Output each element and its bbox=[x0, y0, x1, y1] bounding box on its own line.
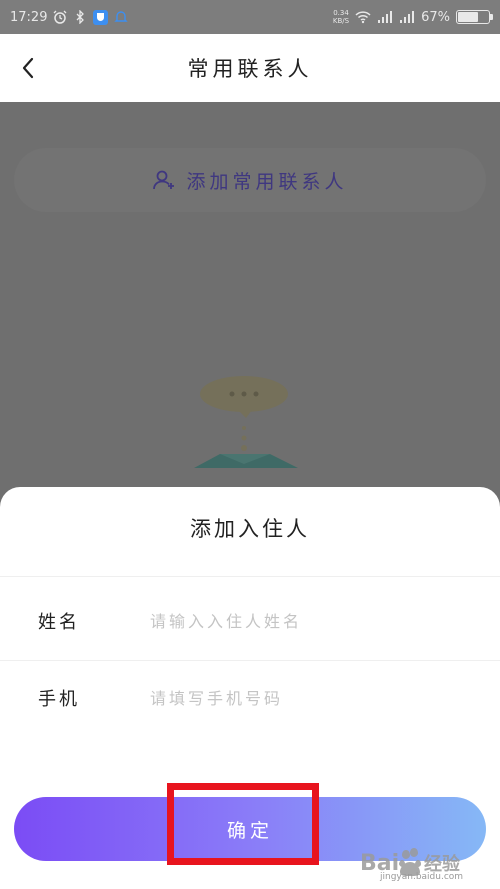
net-speed: 0.34 KB/S bbox=[333, 9, 349, 25]
battery-level bbox=[458, 12, 479, 22]
watermark-url: jingyan.baidu.com bbox=[380, 872, 464, 882]
page-title: 常用联系人 bbox=[187, 57, 313, 81]
divider bbox=[0, 576, 500, 577]
name-row: 姓名 bbox=[0, 583, 500, 659]
phone-input[interactable] bbox=[150, 678, 470, 718]
net-speed-unit: KB/S bbox=[332, 17, 350, 25]
sheet-title: 添加入住人 bbox=[190, 517, 310, 541]
header: 常用联系人 bbox=[0, 34, 500, 102]
phone-label: 手机 bbox=[38, 689, 80, 710]
alarm-icon bbox=[54, 10, 67, 24]
signal-icon bbox=[378, 11, 393, 23]
net-speed-value: 0.34 bbox=[333, 9, 349, 17]
status-time: 17:29 bbox=[10, 9, 48, 25]
battery-percent: 67% bbox=[421, 9, 450, 25]
bell-icon bbox=[114, 11, 129, 22]
status-bar: 17:29 0.34 KB/S 67% bbox=[0, 0, 500, 34]
status-left: 17:29 bbox=[10, 9, 129, 25]
empty-state-illustration bbox=[194, 376, 298, 468]
bluetooth-icon bbox=[77, 10, 85, 24]
wifi-icon bbox=[355, 11, 371, 24]
signal-4g-icon bbox=[400, 11, 415, 23]
phone-row: 手机 bbox=[0, 660, 500, 736]
shield-icon bbox=[93, 9, 109, 25]
status-right: 0.34 KB/S 67% bbox=[333, 9, 493, 25]
add-contact-label: 添加常用联系人 bbox=[186, 170, 348, 193]
add-guest-sheet: 添加入住人 姓名 手机 确定 bbox=[0, 487, 500, 889]
name-input[interactable] bbox=[150, 601, 470, 641]
add-contact-button[interactable]: 添加常用联系人 bbox=[14, 148, 486, 212]
name-label: 姓名 bbox=[38, 612, 80, 633]
back-button[interactable] bbox=[14, 54, 42, 82]
add-user-icon bbox=[153, 170, 175, 190]
battery-icon bbox=[456, 10, 493, 24]
chevron-left-icon bbox=[22, 57, 34, 79]
highlight-annotation bbox=[167, 783, 319, 865]
